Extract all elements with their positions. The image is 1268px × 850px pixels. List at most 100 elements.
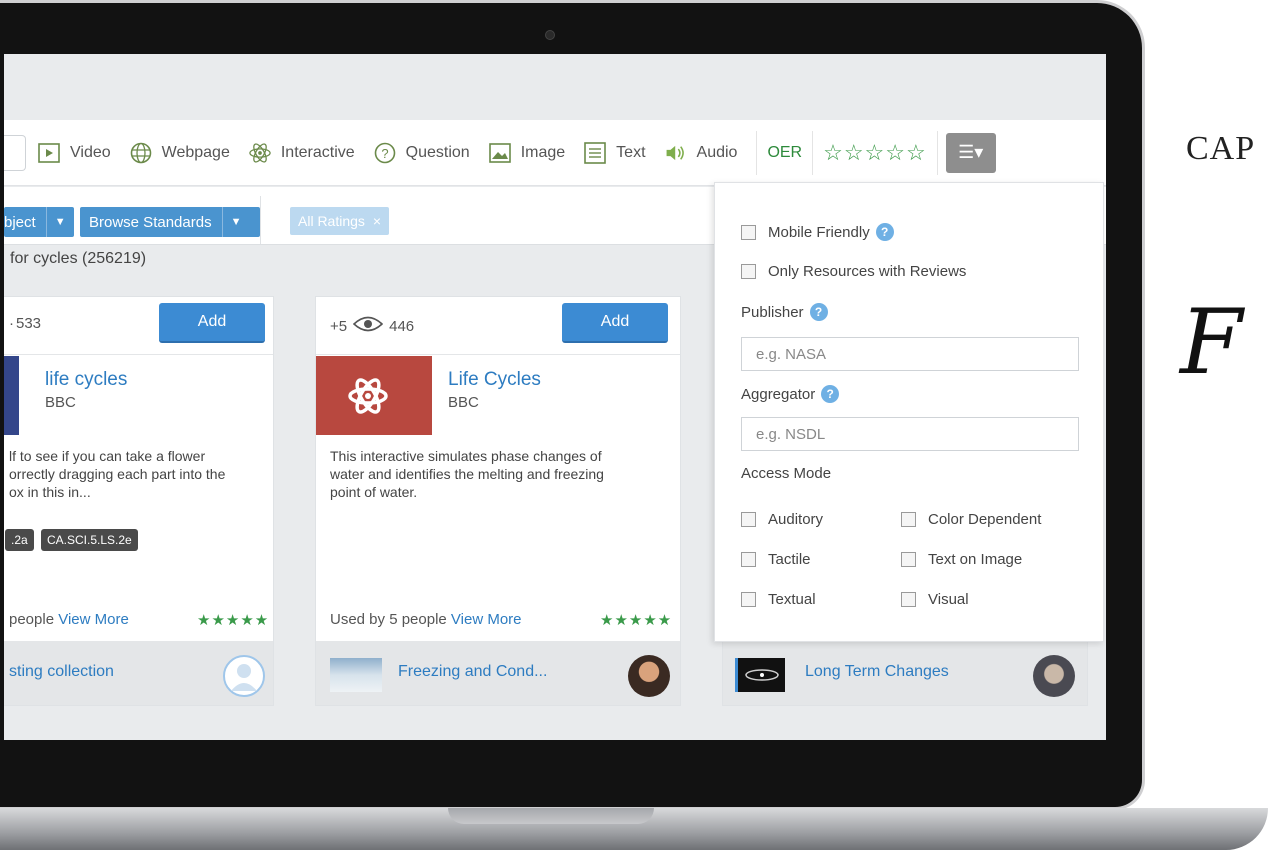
type-interactive-label: Interactive bbox=[280, 143, 355, 161]
standard-tag[interactable]: .2a bbox=[5, 529, 34, 551]
resource-thumbnail[interactable] bbox=[4, 356, 19, 435]
resource-thumbnail[interactable] bbox=[316, 356, 432, 435]
access-mode-visual[interactable]: Visual bbox=[901, 591, 969, 608]
rating-filter-stars[interactable]: ☆☆☆☆☆ bbox=[812, 130, 938, 175]
publisher-label: Publisher ? bbox=[741, 303, 828, 321]
svg-text:?: ? bbox=[381, 146, 388, 161]
add-button[interactable]: Add bbox=[159, 303, 265, 343]
type-question[interactable]: ? Question bbox=[374, 142, 470, 164]
laptop-notch bbox=[448, 808, 654, 824]
avatar[interactable] bbox=[223, 655, 265, 697]
question-icon: ? bbox=[374, 142, 396, 164]
resource-type-bar: Video Webpage Interactive ? Question Ima… bbox=[4, 120, 1106, 186]
checkbox[interactable] bbox=[741, 592, 756, 607]
help-icon[interactable]: ? bbox=[875, 223, 894, 241]
type-video[interactable]: Video bbox=[38, 142, 111, 164]
close-icon[interactable]: × bbox=[373, 213, 381, 229]
collection-row[interactable]: sting collection bbox=[4, 641, 273, 705]
aggregator-input[interactable]: e.g. NSDL bbox=[741, 417, 1079, 451]
checkbox[interactable] bbox=[741, 264, 756, 279]
search-input[interactable] bbox=[4, 134, 26, 171]
used-by-text: people View More bbox=[9, 611, 129, 628]
reviews-only-checkbox[interactable]: Only Resources with Reviews bbox=[741, 263, 966, 280]
type-text[interactable]: Text bbox=[584, 141, 646, 164]
atom-icon bbox=[348, 378, 388, 414]
image-icon bbox=[488, 142, 511, 164]
checkbox[interactable] bbox=[741, 224, 756, 240]
type-webpage[interactable]: Webpage bbox=[130, 142, 230, 164]
access-mode-text-on-image[interactable]: Text on Image bbox=[901, 551, 1022, 568]
type-text-label: Text bbox=[616, 143, 646, 161]
divider bbox=[260, 196, 261, 244]
rating-chip-label: All Ratings bbox=[298, 213, 365, 229]
access-mode-auditory[interactable]: Auditory bbox=[741, 511, 823, 528]
access-mode-tactile[interactable]: Tactile bbox=[741, 551, 811, 568]
resource-publisher: BBC bbox=[448, 394, 479, 411]
type-audio-label: Audio bbox=[696, 143, 738, 161]
eye-icon bbox=[352, 315, 384, 337]
avatar[interactable] bbox=[628, 655, 670, 697]
oer-filter[interactable]: OER bbox=[756, 130, 812, 175]
filter-panel: Mobile Friendly ? Only Resources with Re… bbox=[714, 182, 1104, 642]
chevron-down-icon: ▼ bbox=[45, 207, 74, 237]
globe-icon bbox=[130, 142, 152, 164]
help-icon[interactable]: ? bbox=[809, 303, 828, 321]
collection-row[interactable]: Long Term Changes bbox=[723, 641, 1087, 705]
mobile-friendly-checkbox[interactable]: Mobile Friendly ? bbox=[741, 223, 894, 241]
type-audio[interactable]: Audio bbox=[665, 142, 738, 164]
add-button[interactable]: Add bbox=[562, 303, 668, 343]
resource-description: lf to see if you can take a flower orrec… bbox=[9, 448, 226, 500]
collection-title[interactable]: Long Term Changes bbox=[805, 663, 949, 681]
checkbox[interactable] bbox=[901, 592, 916, 607]
panel-arrow bbox=[1060, 172, 1080, 182]
subject-dropdown-label: bject bbox=[4, 213, 36, 231]
checkbox[interactable] bbox=[901, 512, 916, 527]
view-more-link[interactable]: View More bbox=[58, 611, 129, 628]
type-image[interactable]: Image bbox=[488, 142, 566, 164]
rating-stars: ★★★★★ bbox=[600, 612, 673, 629]
chevron-down-icon: ▼ bbox=[221, 207, 250, 237]
resource-description: This interactive simulates phase changes… bbox=[330, 448, 604, 500]
resource-publisher: BBC bbox=[45, 394, 76, 411]
used-by-text: Used by 5 people View More bbox=[330, 611, 522, 628]
view-count: +5 446 bbox=[330, 315, 414, 337]
more-filters-button[interactable]: ☰▾ bbox=[945, 132, 996, 173]
subject-dropdown[interactable]: bject ▼ bbox=[4, 207, 74, 237]
hamburger-icon: ☰▾ bbox=[958, 142, 984, 162]
type-question-label: Question bbox=[405, 143, 470, 161]
resource-title[interactable]: life cycles bbox=[45, 369, 127, 391]
checkbox[interactable] bbox=[741, 512, 756, 527]
card-header: +5 446 Add bbox=[316, 297, 680, 355]
resource-card: +5 446 Add Life Cycles BBC This interact… bbox=[315, 296, 681, 706]
aggregator-label: Aggregator ? bbox=[741, 385, 840, 403]
avatar[interactable] bbox=[1033, 655, 1075, 697]
webcam bbox=[545, 30, 555, 40]
plus-icon[interactable]: +5 bbox=[330, 318, 347, 335]
screen: Video Webpage Interactive ? Question Ima… bbox=[4, 54, 1106, 740]
collection-title[interactable]: Freezing and Cond... bbox=[398, 663, 547, 681]
access-mode-color-dependent[interactable]: Color Dependent bbox=[901, 511, 1041, 528]
access-mode-textual[interactable]: Textual bbox=[741, 591, 816, 608]
view-more-link[interactable]: View More bbox=[451, 611, 522, 628]
checkbox[interactable] bbox=[741, 552, 756, 567]
browse-standards-dropdown[interactable]: Browse Standards ▼ bbox=[80, 207, 260, 237]
brand-script-mark: F bbox=[1180, 290, 1243, 395]
results-count: for cycles (256219) bbox=[10, 250, 147, 267]
collection-thumbnail bbox=[330, 658, 382, 692]
view-count: · 533 bbox=[9, 315, 42, 332]
checkbox[interactable] bbox=[901, 552, 916, 567]
type-image-label: Image bbox=[520, 143, 566, 161]
standard-tag[interactable]: CA.SCI.5.LS.2e bbox=[41, 529, 138, 551]
publisher-input[interactable]: e.g. NASA bbox=[741, 337, 1079, 371]
resource-title[interactable]: Life Cycles bbox=[448, 369, 541, 391]
type-webpage-label: Webpage bbox=[161, 143, 230, 161]
browse-standards-label: Browse Standards bbox=[89, 213, 212, 231]
video-icon bbox=[38, 142, 60, 164]
rating-stars: ★★★★★ bbox=[197, 612, 270, 629]
collection-title[interactable]: sting collection bbox=[9, 663, 114, 681]
rating-filter-chip[interactable]: All Ratings × bbox=[290, 207, 390, 235]
brand-logo-text: CAP bbox=[1186, 130, 1256, 167]
collection-row[interactable]: Freezing and Cond... bbox=[316, 641, 680, 705]
help-icon[interactable]: ? bbox=[821, 385, 840, 403]
type-interactive[interactable]: Interactive bbox=[249, 142, 355, 164]
